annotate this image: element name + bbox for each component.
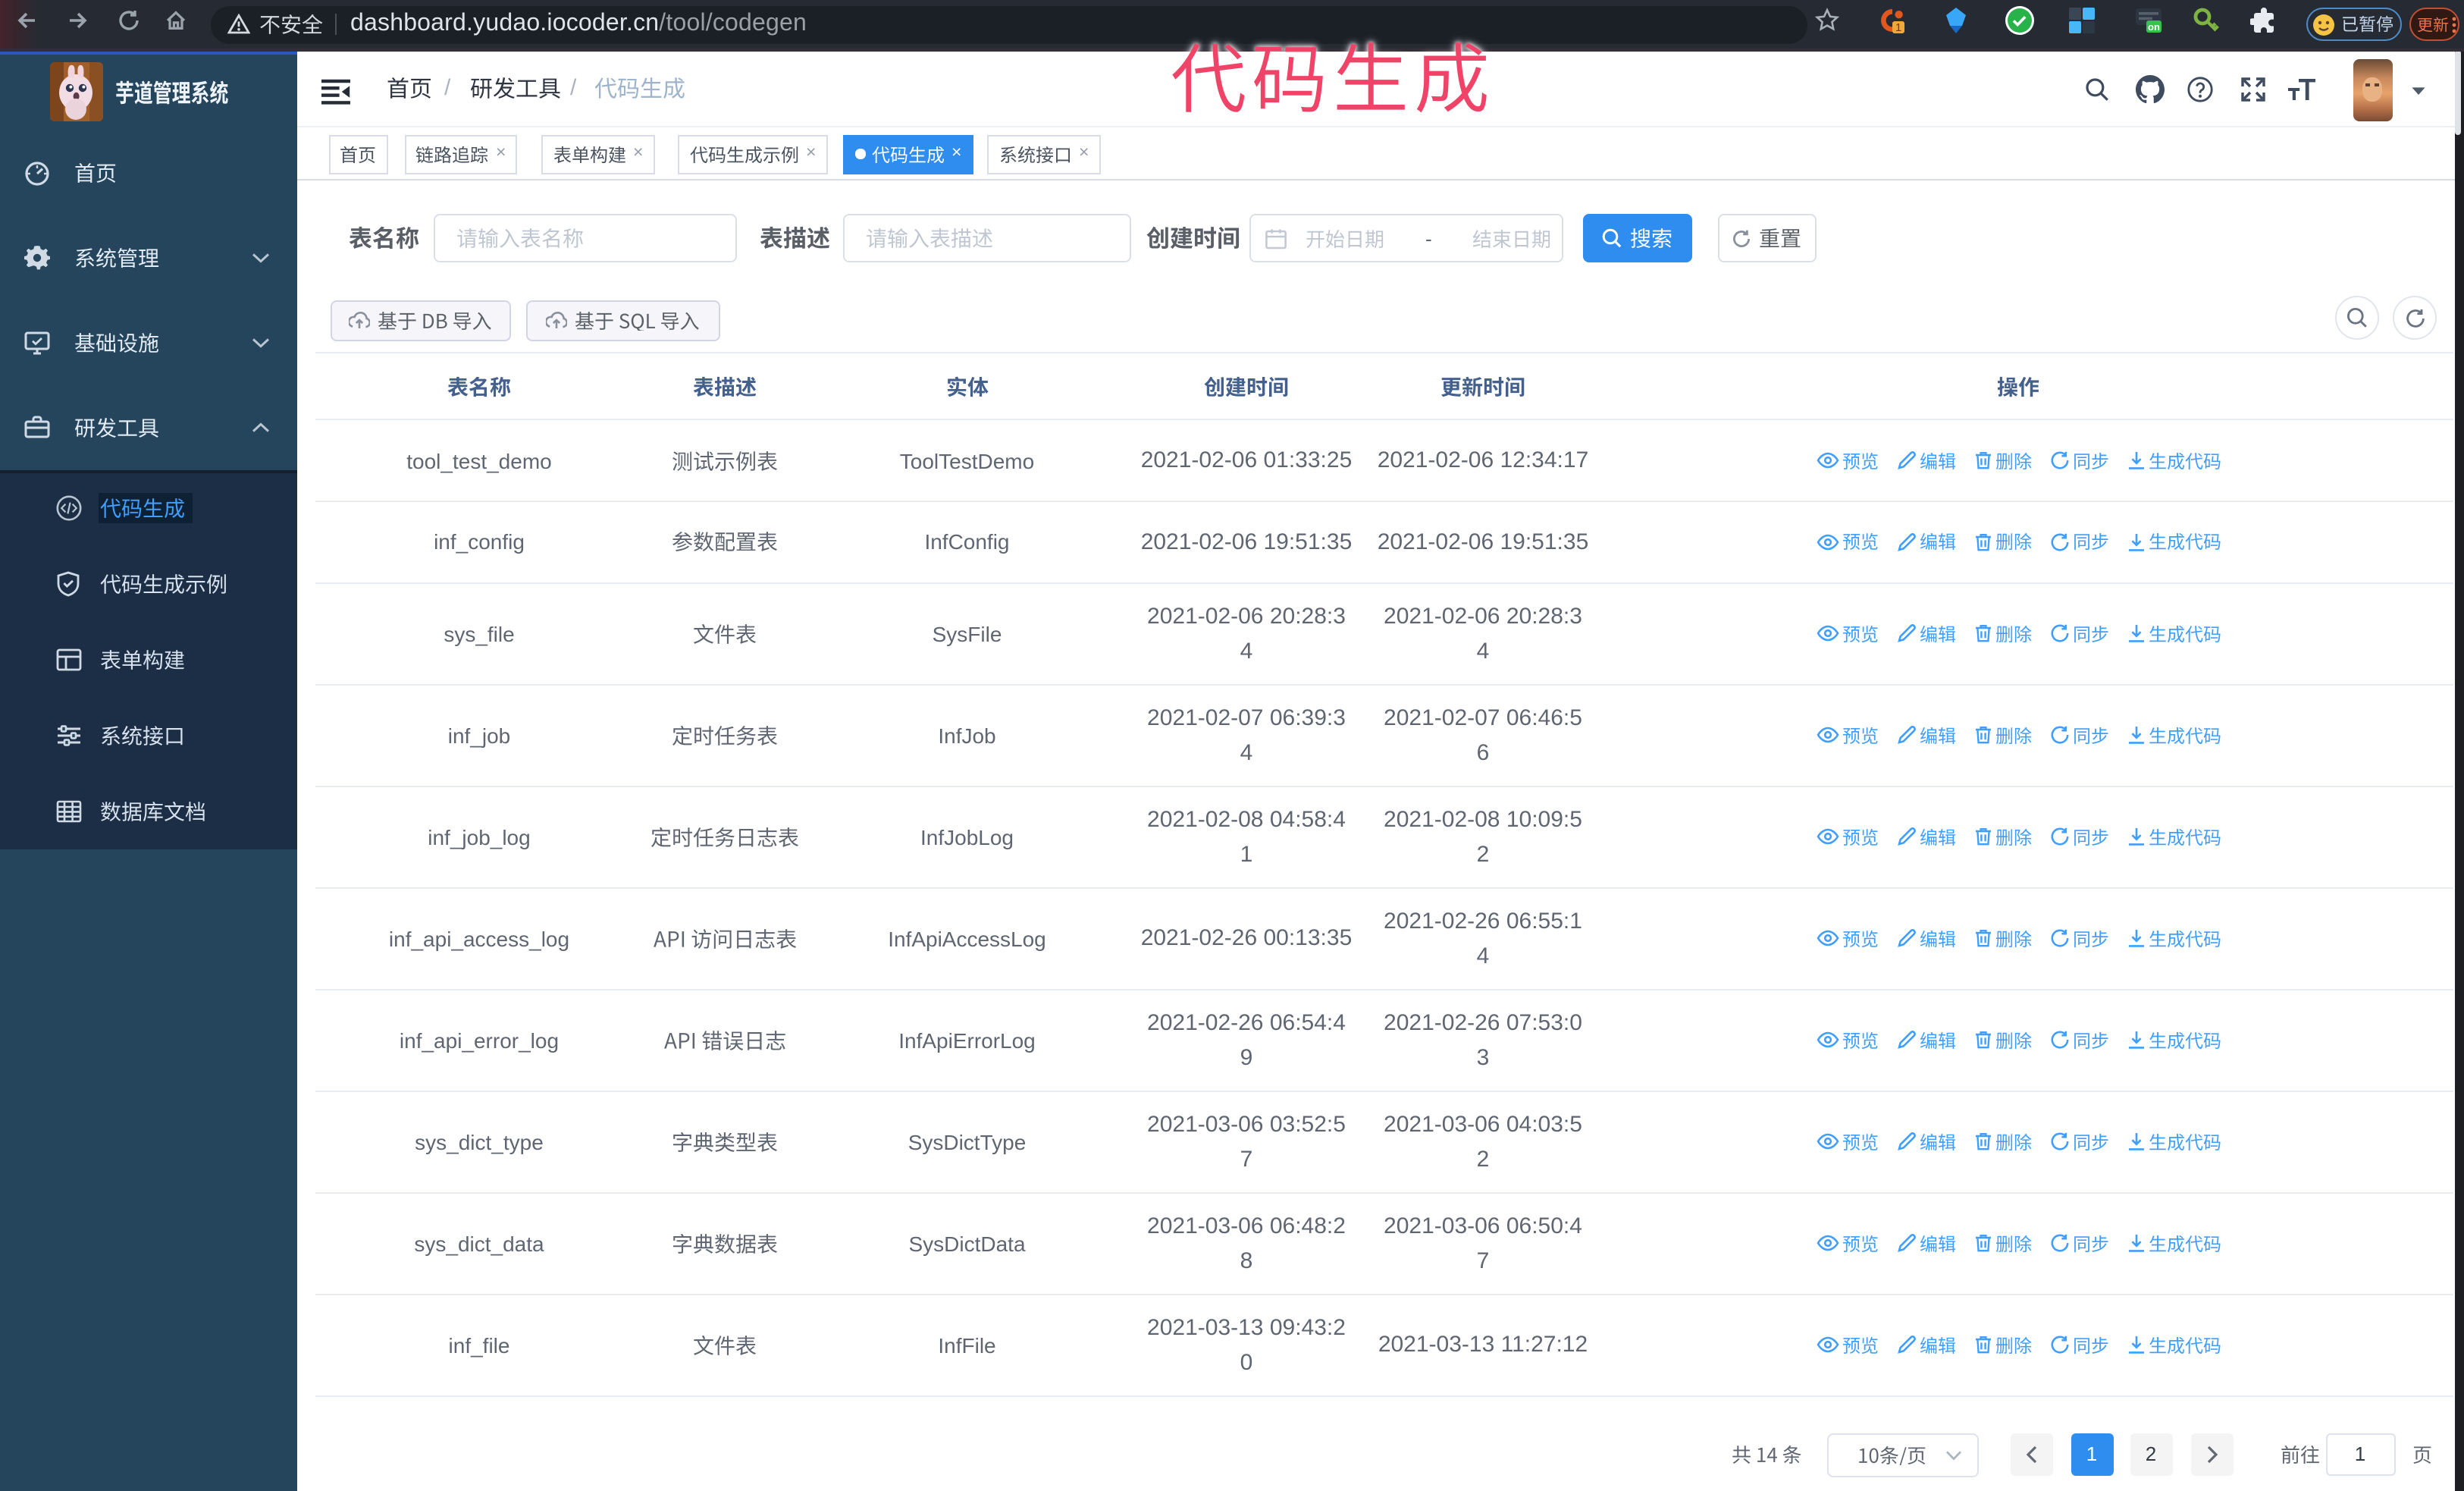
svg-text:on: on — [2148, 21, 2160, 33]
svg-text:1: 1 — [1895, 21, 1901, 34]
